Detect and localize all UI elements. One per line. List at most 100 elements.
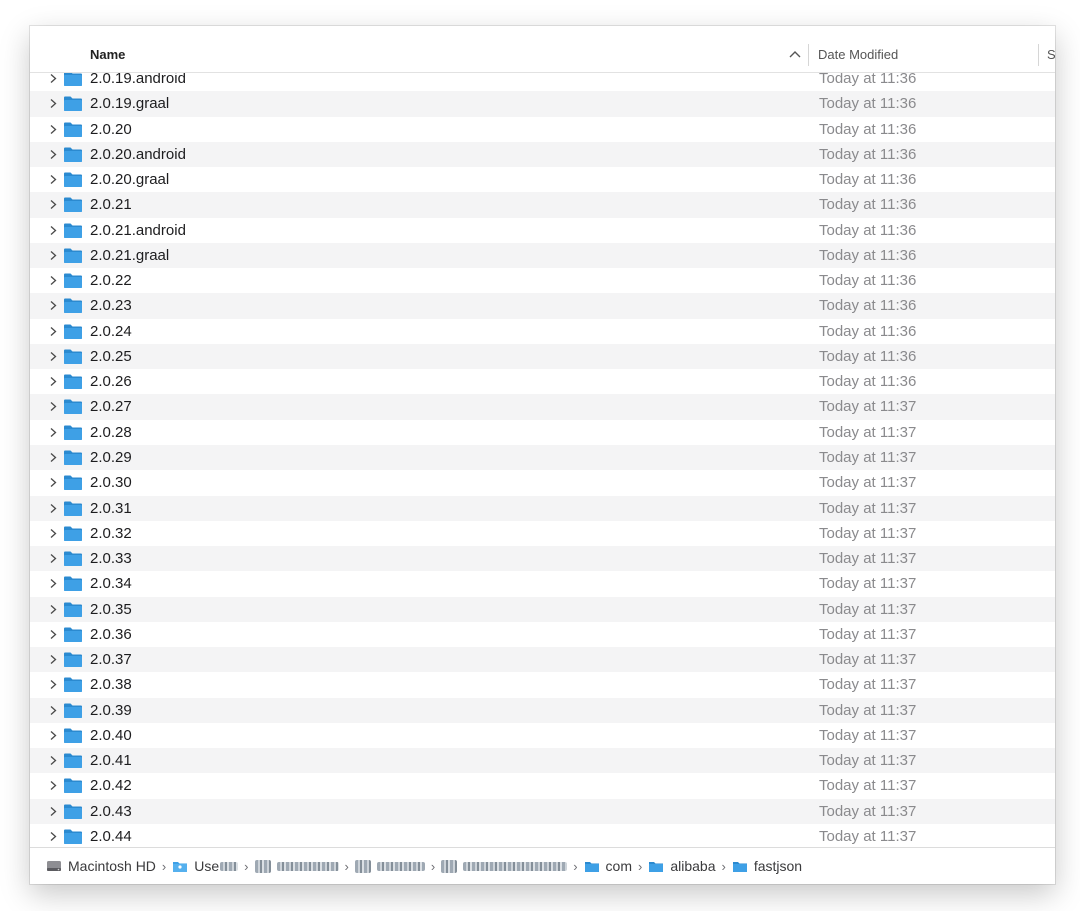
folder-row[interactable]: 2.0.20 Today at 11:36: [30, 117, 1055, 142]
folder-row[interactable]: 2.0.31 Today at 11:37: [30, 495, 1055, 521]
file-list[interactable]: 2.0.19.android Today at 11:36 2.0.19.graal…: [30, 73, 1055, 847]
chevron-right-icon[interactable]: [49, 73, 58, 84]
chevron-right-icon[interactable]: [49, 604, 58, 615]
chevron-right-icon[interactable]: [49, 831, 58, 842]
chevron-right-icon[interactable]: [49, 376, 58, 387]
hard-drive-icon: [47, 861, 61, 871]
chevron-right-icon[interactable]: [49, 503, 58, 514]
chevron-right-icon[interactable]: [49, 275, 58, 286]
folder-row[interactable]: 2.0.29 Today at 11:37: [30, 444, 1055, 471]
chevron-right-icon[interactable]: [49, 806, 58, 817]
chevron-up-icon[interactable]: [788, 48, 802, 62]
folder-icon: [64, 273, 82, 289]
chevron-right-icon[interactable]: [49, 124, 58, 135]
redacted-text: [220, 861, 239, 871]
folder-row[interactable]: 2.0.21 Today at 11:36: [30, 192, 1055, 218]
folder-row[interactable]: 2.0.37 Today at 11:37: [30, 647, 1055, 673]
chevron-right-icon[interactable]: [49, 326, 58, 337]
chevron-right-icon[interactable]: [49, 477, 58, 488]
chevron-right-icon[interactable]: [49, 351, 58, 362]
folder-name: 2.0.44: [90, 827, 132, 845]
path-item-redacted-3[interactable]: [441, 859, 568, 873]
column-header-date-modified[interactable]: Date Modified: [818, 38, 898, 72]
column-header-name[interactable]: Name: [90, 38, 125, 72]
column-header-size[interactable]: S: [1047, 38, 1055, 72]
chevron-right-icon[interactable]: [49, 730, 58, 741]
folder-row[interactable]: 2.0.27 Today at 11:37: [30, 394, 1055, 420]
folder-row[interactable]: 2.0.38 Today at 11:37: [30, 672, 1055, 697]
chevron-right-icon[interactable]: [49, 780, 58, 791]
path-separator: ›: [638, 858, 643, 874]
column-divider[interactable]: [808, 44, 809, 66]
chevron-right-icon[interactable]: [49, 452, 58, 463]
folder-name: 2.0.42: [90, 777, 132, 795]
folder-row[interactable]: 2.0.22 Today at 11:36: [30, 268, 1055, 293]
column-divider[interactable]: [1038, 44, 1039, 66]
folder-row[interactable]: 2.0.43 Today at 11:37: [30, 798, 1055, 824]
folder-icon: [584, 862, 599, 872]
chevron-right-icon[interactable]: [49, 528, 58, 539]
chevron-right-icon[interactable]: [49, 174, 58, 185]
path-item-redacted-1[interactable]: [254, 859, 339, 873]
folder-row[interactable]: 2.0.23 Today at 11:36: [30, 293, 1055, 319]
folder-name: 2.0.35: [90, 600, 132, 618]
folder-icon: [64, 475, 82, 491]
chevron-right-icon[interactable]: [49, 578, 58, 589]
date-modified: Today at 11:36: [819, 95, 917, 113]
folder-row[interactable]: 2.0.30 Today at 11:37: [30, 470, 1055, 495]
path-item-users[interactable]: Use: [172, 858, 239, 874]
folder-icon: [64, 602, 82, 617]
folder-row[interactable]: 2.0.34 Today at 11:37: [30, 571, 1055, 596]
chevron-right-icon[interactable]: [49, 553, 58, 564]
folder-row[interactable]: 2.0.42 Today at 11:37: [30, 773, 1055, 798]
chevron-right-icon[interactable]: [49, 654, 58, 665]
folder-row[interactable]: 2.0.21.graal Today at 11:36: [30, 242, 1055, 269]
folder-row[interactable]: 2.0.44 Today at 11:37: [30, 824, 1055, 847]
folder-icon: [64, 223, 82, 238]
folder-row[interactable]: 2.0.39 Today at 11:37: [30, 697, 1055, 723]
folder-row[interactable]: 2.0.19.graal Today at 11:36: [30, 91, 1055, 117]
date-modified: Today at 11:37: [819, 676, 917, 694]
chevron-right-icon[interactable]: [49, 427, 58, 438]
folder-row[interactable]: 2.0.36 Today at 11:37: [30, 622, 1055, 647]
folder-icon: [64, 399, 82, 415]
folder-row[interactable]: 2.0.20.graal Today at 11:36: [30, 167, 1055, 192]
chevron-right-icon[interactable]: [49, 149, 58, 160]
chevron-right-icon[interactable]: [49, 755, 58, 766]
file-list-rows: 2.0.19.android Today at 11:36 2.0.19.graal…: [30, 73, 1055, 847]
folder-row[interactable]: 2.0.35 Today at 11:37: [30, 596, 1055, 622]
path-item-fastjson[interactable]: fastjson: [732, 858, 802, 874]
chevron-right-icon[interactable]: [49, 300, 58, 311]
chevron-right-icon[interactable]: [49, 679, 58, 690]
folder-row[interactable]: 2.0.25 Today at 11:36: [30, 343, 1055, 370]
folder-row[interactable]: 2.0.33 Today at 11:37: [30, 546, 1055, 572]
folder-row[interactable]: 2.0.21.android Today at 11:36: [30, 218, 1055, 243]
chevron-right-icon[interactable]: [49, 401, 58, 412]
path-item-alibaba[interactable]: alibaba: [648, 858, 716, 874]
chevron-right-icon[interactable]: [49, 225, 58, 236]
date-modified: Today at 11:37: [819, 827, 917, 845]
date-modified: Today at 11:37: [819, 777, 917, 795]
folder-name: 2.0.24: [90, 322, 132, 340]
path-item-com[interactable]: com: [584, 858, 632, 874]
folder-row[interactable]: 2.0.26 Today at 11:36: [30, 369, 1055, 394]
chevron-right-icon[interactable]: [49, 98, 58, 109]
chevron-right-icon[interactable]: [49, 705, 58, 716]
folder-row[interactable]: 2.0.40 Today at 11:37: [30, 723, 1055, 748]
folder-row[interactable]: 2.0.41 Today at 11:37: [30, 748, 1055, 774]
redacted-icon: [354, 859, 371, 873]
path-item-redacted-2[interactable]: [354, 859, 425, 873]
folder-icon: [64, 324, 82, 339]
folder-row[interactable]: 2.0.24 Today at 11:36: [30, 319, 1055, 344]
path-item-macintosh-hd[interactable]: Macintosh HD: [46, 858, 156, 874]
folder-row[interactable]: 2.0.32 Today at 11:37: [30, 521, 1055, 546]
chevron-right-icon[interactable]: [49, 250, 58, 261]
chevron-right-icon[interactable]: [49, 629, 58, 640]
chevron-right-icon[interactable]: [49, 199, 58, 210]
folder-name: 2.0.19.android: [90, 73, 186, 87]
folder-icon: [64, 551, 82, 567]
folder-row[interactable]: 2.0.19.android Today at 11:36: [30, 73, 1055, 91]
folder-row[interactable]: 2.0.28 Today at 11:37: [30, 420, 1055, 445]
path-item-label: com: [605, 858, 632, 874]
folder-row[interactable]: 2.0.20.android Today at 11:36: [30, 141, 1055, 168]
